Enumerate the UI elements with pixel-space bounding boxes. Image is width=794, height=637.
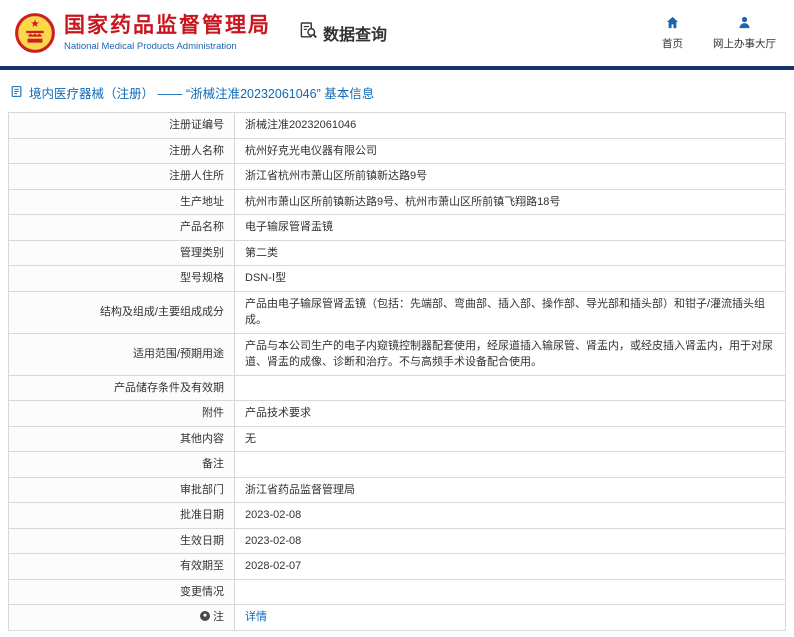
- row-label: 注册人名称: [8, 137, 235, 164]
- nav-service-hall[interactable]: 网上办事大厅: [713, 15, 776, 51]
- table-row: 审批部门 浙江省药品监督管理局: [8, 476, 786, 503]
- table-row: 注册人住所 浙江省杭州市萧山区所前镇新达路9号: [8, 163, 786, 190]
- row-value: 2023-02-08: [234, 502, 786, 529]
- row-value: DSN-Ⅰ型: [234, 265, 786, 292]
- table-row: 有效期至 2028-02-07: [8, 553, 786, 580]
- table-row: 批准日期 2023-02-08: [8, 502, 786, 529]
- row-value: 产品与本公司生产的电子内窥镜控制器配套使用，经尿道插入输尿管、肾盂内，或经皮插入…: [234, 332, 786, 376]
- row-label: 生产地址: [8, 188, 235, 215]
- breadcrumb: 境内医疗器械（注册） —— “浙械注准20232061046” 基本信息: [0, 70, 794, 112]
- table-row: 变更情况: [8, 578, 786, 605]
- document-icon: [10, 85, 23, 101]
- row-value: [234, 451, 786, 478]
- note-icon: [200, 611, 210, 621]
- table-row: 结构及组成/主要组成成分 产品由电子输尿管肾盂镜（包括：先端部、弯曲部、插入部、操…: [8, 290, 786, 334]
- row-value: 2028-02-07: [234, 553, 786, 580]
- row-value: 电子输尿管肾盂镜: [234, 214, 786, 241]
- header: 国家药品监督管理局 National Medical Products Admi…: [0, 0, 794, 66]
- national-emblem-icon: [14, 12, 56, 54]
- row-value: 产品由电子输尿管肾盂镜（包括：先端部、弯曲部、插入部、操作部、导光部和插头部）和…: [234, 290, 786, 334]
- row-label: 适用范围/预期用途: [8, 332, 235, 376]
- brand-text: 国家药品监督管理局 National Medical Products Admi…: [64, 14, 271, 51]
- row-label: 备注: [8, 451, 235, 478]
- table-row: 型号规格 DSN-Ⅰ型: [8, 265, 786, 292]
- nav-home[interactable]: 首页: [662, 15, 683, 51]
- table-row: 备注: [8, 451, 786, 478]
- nav-service-hall-label: 网上办事大厅: [713, 38, 776, 50]
- row-value: [234, 578, 786, 605]
- row-label: 生效日期: [8, 527, 235, 554]
- row-label: 审批部门: [8, 476, 235, 503]
- agency-title: 国家药品监督管理局: [64, 14, 271, 38]
- row-value: 无: [234, 425, 786, 452]
- row-label: 管理类别: [8, 239, 235, 266]
- detail-link[interactable]: 详情: [245, 611, 267, 623]
- info-table-body: 注册证编号 浙械注准20232061046 注册人名称 杭州好克光电仪器有限公司 注册人…: [8, 112, 786, 631]
- row-label: 产品名称: [8, 214, 235, 241]
- row-label: 批准日期: [8, 502, 235, 529]
- row-label: 其他内容: [8, 425, 235, 452]
- document-search-icon: [299, 21, 318, 45]
- table-row: 产品名称 电子输尿管肾盂镜: [8, 214, 786, 241]
- table-row: 管理类别 第二类: [8, 239, 786, 266]
- agency-subtitle: National Medical Products Administration: [64, 40, 237, 52]
- table-row: 注详情: [8, 604, 786, 631]
- row-value: 浙械注准20232061046: [234, 112, 786, 139]
- page: 国家药品监督管理局 National Medical Products Admi…: [0, 0, 794, 631]
- row-value: 杭州市萧山区所前镇新达路9号、杭州市萧山区所前镇飞翔路18号: [234, 188, 786, 215]
- row-label: 注册证编号: [8, 112, 235, 139]
- row-value: 浙江省药品监督管理局: [234, 476, 786, 503]
- row-label: 附件: [8, 400, 235, 427]
- row-label: 注册人住所: [8, 163, 235, 190]
- row-value: 浙江省杭州市萧山区所前镇新达路9号: [234, 163, 786, 190]
- row-label: 变更情况: [8, 578, 235, 605]
- row-value: 详情: [234, 604, 786, 631]
- table-row: 其他内容无: [8, 425, 786, 452]
- table-row: 生效日期 2023-02-08: [8, 527, 786, 554]
- table-row: 适用范围/预期用途 产品与本公司生产的电子内窥镜控制器配套使用，经尿道插入输尿管、…: [8, 332, 786, 376]
- table-row: 生产地址 杭州市萧山区所前镇新达路9号、杭州市萧山区所前镇飞翔路18号: [8, 188, 786, 215]
- row-label: 型号规格: [8, 265, 235, 292]
- person-icon: [737, 15, 752, 33]
- data-query-button[interactable]: 数据查询: [299, 21, 387, 45]
- row-value: 产品技术要求: [234, 400, 786, 427]
- table-row: 注册人名称 杭州好克光电仪器有限公司: [8, 137, 786, 164]
- row-value: [234, 374, 786, 401]
- brand[interactable]: 国家药品监督管理局 National Medical Products Admi…: [14, 12, 271, 54]
- row-label: 有效期至: [8, 553, 235, 580]
- data-query-label: 数据查询: [323, 27, 388, 44]
- table-row: 产品储存条件及有效期: [8, 374, 786, 401]
- row-value: 第二类: [234, 239, 786, 266]
- home-icon: [665, 15, 680, 33]
- table-row: 注册证编号 浙械注准20232061046: [8, 112, 786, 139]
- row-label: 产品储存条件及有效期: [8, 374, 235, 401]
- row-value: 2023-02-08: [234, 527, 786, 554]
- row-value: 杭州好克光电仪器有限公司: [234, 137, 786, 164]
- nav-home-label: 首页: [662, 38, 683, 50]
- breadcrumb-text: 境内医疗器械（注册） —— “浙械注准20232061046” 基本信息: [29, 87, 375, 101]
- row-label: 结构及组成/主要组成成分: [8, 290, 235, 334]
- info-table: 注册证编号 浙械注准20232061046 注册人名称 杭州好克光电仪器有限公司 注册人…: [8, 112, 786, 631]
- table-row: 附件 产品技术要求: [8, 400, 786, 427]
- row-label: 注: [8, 604, 235, 631]
